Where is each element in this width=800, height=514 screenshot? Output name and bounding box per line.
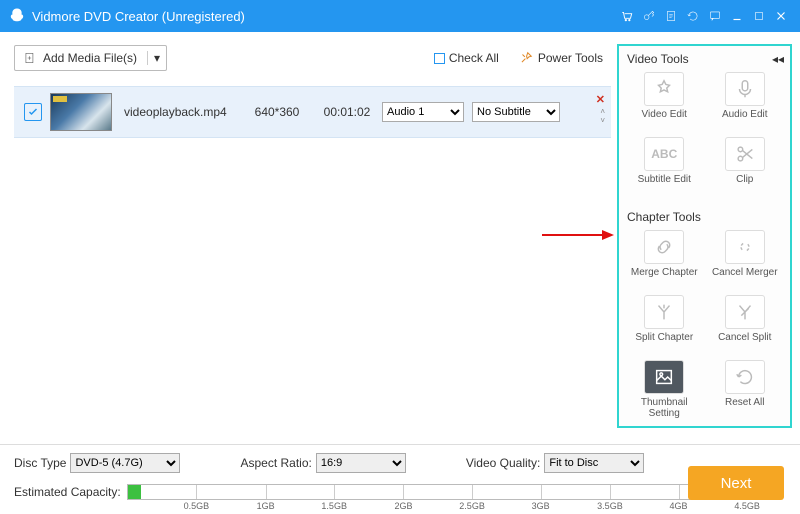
plus-file-icon xyxy=(23,51,37,65)
feedback-icon[interactable] xyxy=(704,5,726,27)
cancel-split-icon xyxy=(734,301,756,323)
aspect-ratio-label: Aspect Ratio: xyxy=(240,456,311,470)
scissors-icon xyxy=(734,143,756,165)
duration-label: 00:01:02 xyxy=(312,105,382,119)
maximize-icon[interactable] xyxy=(748,5,770,27)
add-media-label: Add Media File(s) xyxy=(43,51,137,65)
subtitle-select[interactable]: No Subtitle xyxy=(472,102,560,122)
reset-all-button[interactable]: Reset All xyxy=(706,358,785,421)
audio-edit-button[interactable]: Audio Edit xyxy=(706,70,785,133)
video-quality-select[interactable]: Fit to Disc xyxy=(544,453,644,473)
collapse-icon[interactable]: ◂◂ xyxy=(772,52,784,66)
delete-row-button[interactable]: ✕ xyxy=(596,93,605,106)
titlebar: Vidmore DVD Creator (Unregistered) xyxy=(0,0,800,32)
audio-select[interactable]: Audio 1 xyxy=(382,102,464,122)
next-button[interactable]: Next xyxy=(688,466,784,500)
check-all-label: Check All xyxy=(449,51,499,65)
filename-label: videoplayback.mp4 xyxy=(112,105,242,119)
video-tools-header: Video Tools ◂◂ xyxy=(619,46,790,70)
thumbnail-setting-button[interactable]: Thumbnail Setting xyxy=(625,358,704,421)
split-icon xyxy=(653,301,675,323)
reorder-arrows[interactable]: ˄˅ xyxy=(600,107,605,125)
red-arrow-annotation xyxy=(542,228,614,242)
cart-icon[interactable] xyxy=(616,5,638,27)
checkbox-icon xyxy=(434,53,445,64)
chevron-down-icon: ▾ xyxy=(147,51,160,65)
cancel-merge-button[interactable]: Cancel Merger xyxy=(706,228,785,291)
abc-icon: ABC xyxy=(651,147,677,161)
aspect-ratio-select[interactable]: 16:9 xyxy=(316,453,406,473)
merge-chapter-button[interactable]: Merge Chapter xyxy=(625,228,704,291)
window-title: Vidmore DVD Creator (Unregistered) xyxy=(32,9,616,24)
document-icon[interactable] xyxy=(660,5,682,27)
video-quality-label: Video Quality: xyxy=(466,456,541,470)
unlink-icon xyxy=(734,236,756,258)
check-icon xyxy=(27,106,39,118)
add-media-button[interactable]: Add Media File(s) ▾ xyxy=(14,45,167,71)
media-row[interactable]: videoplayback.mp4 640*360 00:01:02 Audio… xyxy=(14,86,611,138)
capacity-label: Estimated Capacity: xyxy=(14,485,121,499)
tools-icon xyxy=(519,51,533,65)
capacity-bar: 0.5GB 1GB 1.5GB 2GB 2.5GB 3GB 3.5GB 4GB … xyxy=(127,484,776,500)
check-all-toggle[interactable]: Check All xyxy=(434,51,499,65)
power-tools-label: Power Tools xyxy=(538,51,603,65)
link-icon xyxy=(653,236,675,258)
refresh-icon[interactable] xyxy=(682,5,704,27)
close-icon[interactable] xyxy=(770,5,792,27)
key-icon[interactable] xyxy=(638,5,660,27)
footer: Disc Type DVD-5 (4.7G) Aspect Ratio: 16:… xyxy=(0,444,800,514)
microphone-icon xyxy=(734,78,756,100)
disc-type-label: Disc Type xyxy=(14,456,66,470)
power-tools-button[interactable]: Power Tools xyxy=(519,51,603,65)
video-edit-button[interactable]: Video Edit xyxy=(625,70,704,133)
minimize-icon[interactable] xyxy=(726,5,748,27)
row-checkbox[interactable] xyxy=(24,103,42,121)
tools-panel: Video Tools ◂◂ Video Edit Audio Edit ABC… xyxy=(617,44,792,428)
app-logo-icon xyxy=(8,7,26,25)
reset-icon xyxy=(734,366,756,388)
resolution-label: 640*360 xyxy=(242,105,312,119)
image-icon xyxy=(653,366,675,388)
split-chapter-button[interactable]: Split Chapter xyxy=(625,293,704,356)
disc-type-select[interactable]: DVD-5 (4.7G) xyxy=(70,453,180,473)
cancel-split-button[interactable]: Cancel Split xyxy=(706,293,785,356)
media-area: Add Media File(s) ▾ Check All Power Tool… xyxy=(0,32,611,434)
video-thumbnail xyxy=(50,93,112,131)
chapter-tools-header: Chapter Tools xyxy=(619,204,790,228)
wand-icon xyxy=(653,78,675,100)
clip-button[interactable]: Clip xyxy=(706,135,785,198)
subtitle-edit-button[interactable]: ABC Subtitle Edit xyxy=(625,135,704,198)
